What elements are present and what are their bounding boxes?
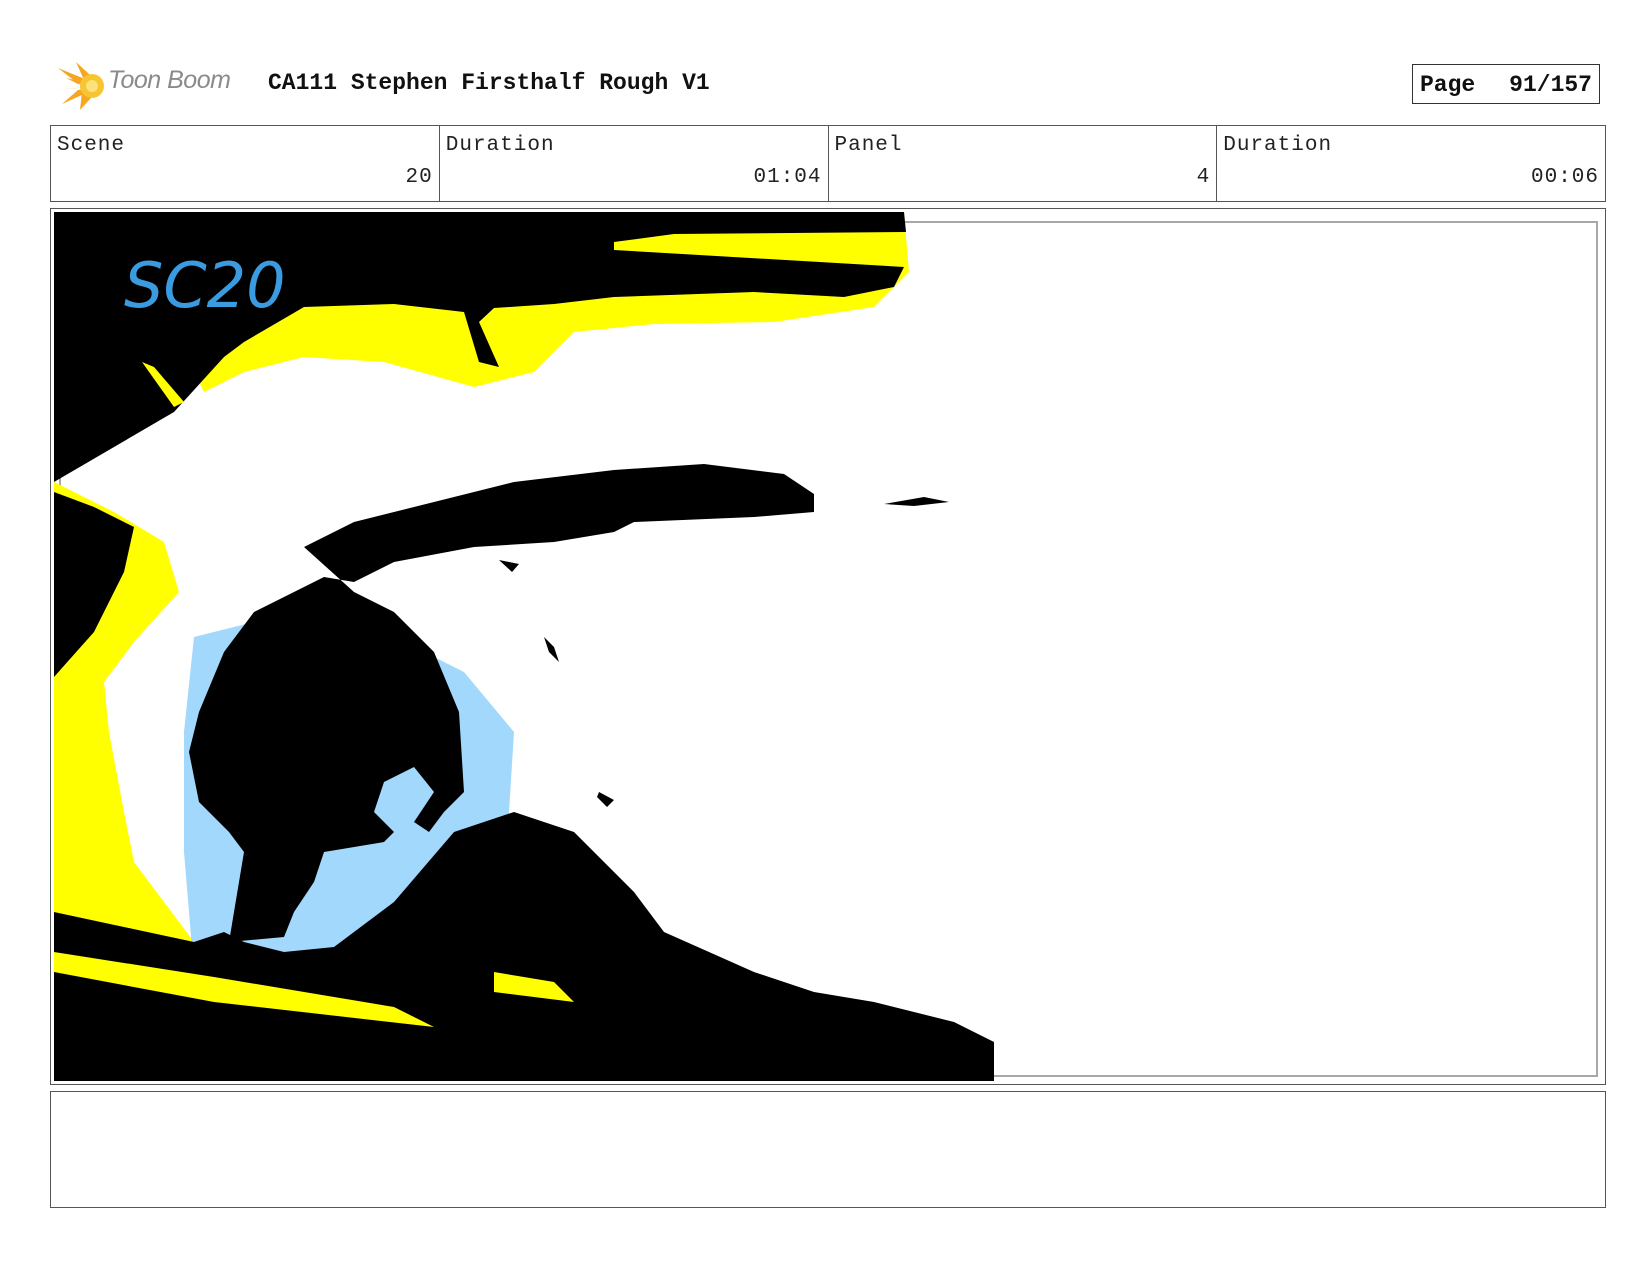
page-label: Page: [1420, 72, 1476, 98]
scene-label: Scene: [57, 134, 126, 157]
panel-label: Panel: [834, 134, 903, 157]
page-indicator: Page 91/157: [1412, 64, 1600, 104]
scene-cell: Scene 20: [51, 126, 440, 201]
scene-duration-value: 01:04: [753, 166, 822, 189]
document-title: CA111 Stephen Firsthalf Rough V1: [268, 70, 710, 96]
scene-duration-cell: Duration 01:04: [440, 126, 829, 201]
panel-value: 4: [1196, 166, 1211, 189]
starburst-icon: [54, 62, 104, 110]
panel-duration-value: 00:06: [1530, 166, 1599, 189]
sketch-flick: [884, 497, 949, 506]
panel-duration-cell: Duration 00:06: [1217, 126, 1605, 201]
scene-duration-label: Duration: [445, 134, 555, 157]
scene-info-table: Scene 20 Duration 01:04 Panel 4 Duration…: [50, 125, 1606, 202]
page-number: 91/157: [1509, 72, 1592, 98]
panel-notes-box[interactable]: [50, 1091, 1606, 1208]
sketch-label: SC20: [124, 249, 286, 322]
panel-cell: Panel 4: [829, 126, 1218, 201]
sketch-flick: [544, 637, 559, 662]
storyboard-panel: SC20: [50, 208, 1606, 1085]
logo-text: Toon Boom: [108, 66, 231, 94]
panel-drawing-area: SC20: [54, 212, 1602, 1081]
sketch-flick: [499, 560, 519, 572]
scene-value: 20: [405, 166, 433, 189]
toon-boom-logo: Toon Boom: [52, 56, 252, 112]
panel-duration-label: Duration: [1223, 134, 1333, 157]
rough-sketch: SC20: [54, 212, 994, 1081]
sketch-flick: [597, 792, 614, 807]
page-header: Toon Boom CA111 Stephen Firsthalf Rough …: [52, 56, 1612, 112]
